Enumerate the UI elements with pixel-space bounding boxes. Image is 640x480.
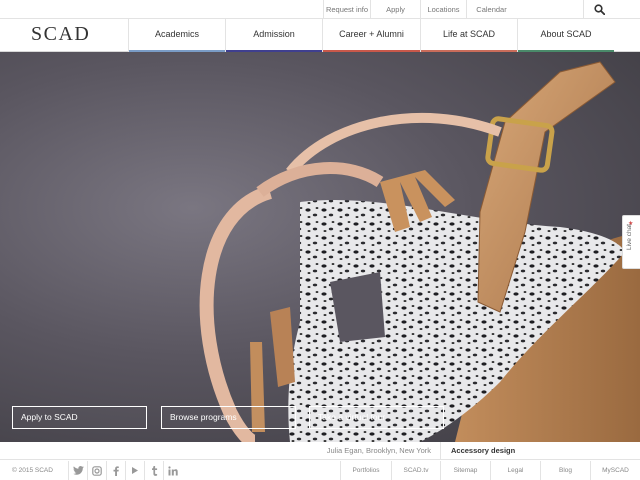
nav-about-scad[interactable]: About SCAD bbox=[517, 19, 614, 52]
browse-programs-button[interactable]: Browse programs bbox=[161, 406, 296, 429]
footer-link-portfolios[interactable]: Portfolios bbox=[340, 461, 391, 480]
image-caption: Julia Egan, Brooklyn, New York Accessory… bbox=[0, 442, 640, 460]
live-chat-tab[interactable]: ★ Live chat bbox=[622, 215, 640, 269]
nav-academics-label: Academics bbox=[154, 29, 199, 39]
search-icon bbox=[594, 4, 605, 15]
utility-bar: Request info Apply Locations Calendar bbox=[0, 0, 640, 19]
twitter-icon[interactable] bbox=[68, 461, 87, 480]
hero-image-handbag bbox=[199, 61, 640, 442]
youtube-icon[interactable] bbox=[125, 461, 144, 480]
tumblr-icon[interactable] bbox=[144, 461, 163, 480]
nav-life-at-scad[interactable]: Life at SCAD bbox=[420, 19, 517, 52]
nav-life-at-scad-label: Life at SCAD bbox=[442, 29, 496, 39]
instagram-icon[interactable] bbox=[87, 461, 106, 480]
hero-banner: Apply to SCAD Browse programs Take a vir… bbox=[0, 52, 640, 442]
apply-link[interactable]: Apply bbox=[370, 0, 420, 19]
nav-academics[interactable]: Academics bbox=[128, 19, 225, 52]
nav-admission-label: Admission bbox=[253, 29, 295, 39]
main-navigation: SCAD Academics Admission Career + Alumni… bbox=[0, 19, 640, 52]
nav-about-scad-label: About SCAD bbox=[540, 29, 592, 39]
nav-admission[interactable]: Admission bbox=[225, 19, 322, 52]
copyright-text: © 2015 SCAD bbox=[12, 467, 53, 474]
search-button[interactable] bbox=[583, 0, 615, 19]
footer-link-legal[interactable]: Legal bbox=[490, 461, 540, 480]
footer-link-blog[interactable]: Blog bbox=[540, 461, 590, 480]
request-info-link[interactable]: Request info bbox=[323, 0, 370, 19]
live-chat-label: Live chat bbox=[626, 224, 633, 251]
locations-link[interactable]: Locations bbox=[420, 0, 466, 19]
footer-link-scadtv[interactable]: SCAD.tv bbox=[391, 461, 440, 480]
footer-link-sitemap[interactable]: Sitemap bbox=[440, 461, 490, 480]
linkedin-icon[interactable] bbox=[163, 461, 182, 480]
footer-link-myscad[interactable]: MySCAD bbox=[590, 461, 640, 480]
calendar-link[interactable]: Calendar bbox=[466, 0, 516, 19]
nav-career-alumni[interactable]: Career + Alumni bbox=[322, 19, 420, 52]
facebook-icon[interactable] bbox=[106, 461, 125, 480]
program-category-link[interactable]: Accessory design bbox=[440, 442, 640, 460]
scad-logo[interactable]: SCAD bbox=[31, 23, 90, 46]
apply-to-scad-button[interactable]: Apply to SCAD bbox=[12, 406, 147, 429]
footer: © 2015 SCAD Portfolios SCAD.tv Sitemap L… bbox=[0, 461, 640, 480]
nav-career-alumni-label: Career + Alumni bbox=[339, 29, 404, 39]
virtual-tour-button[interactable]: Take a virtual tour bbox=[309, 406, 444, 429]
artist-credit: Julia Egan, Brooklyn, New York bbox=[326, 446, 431, 455]
